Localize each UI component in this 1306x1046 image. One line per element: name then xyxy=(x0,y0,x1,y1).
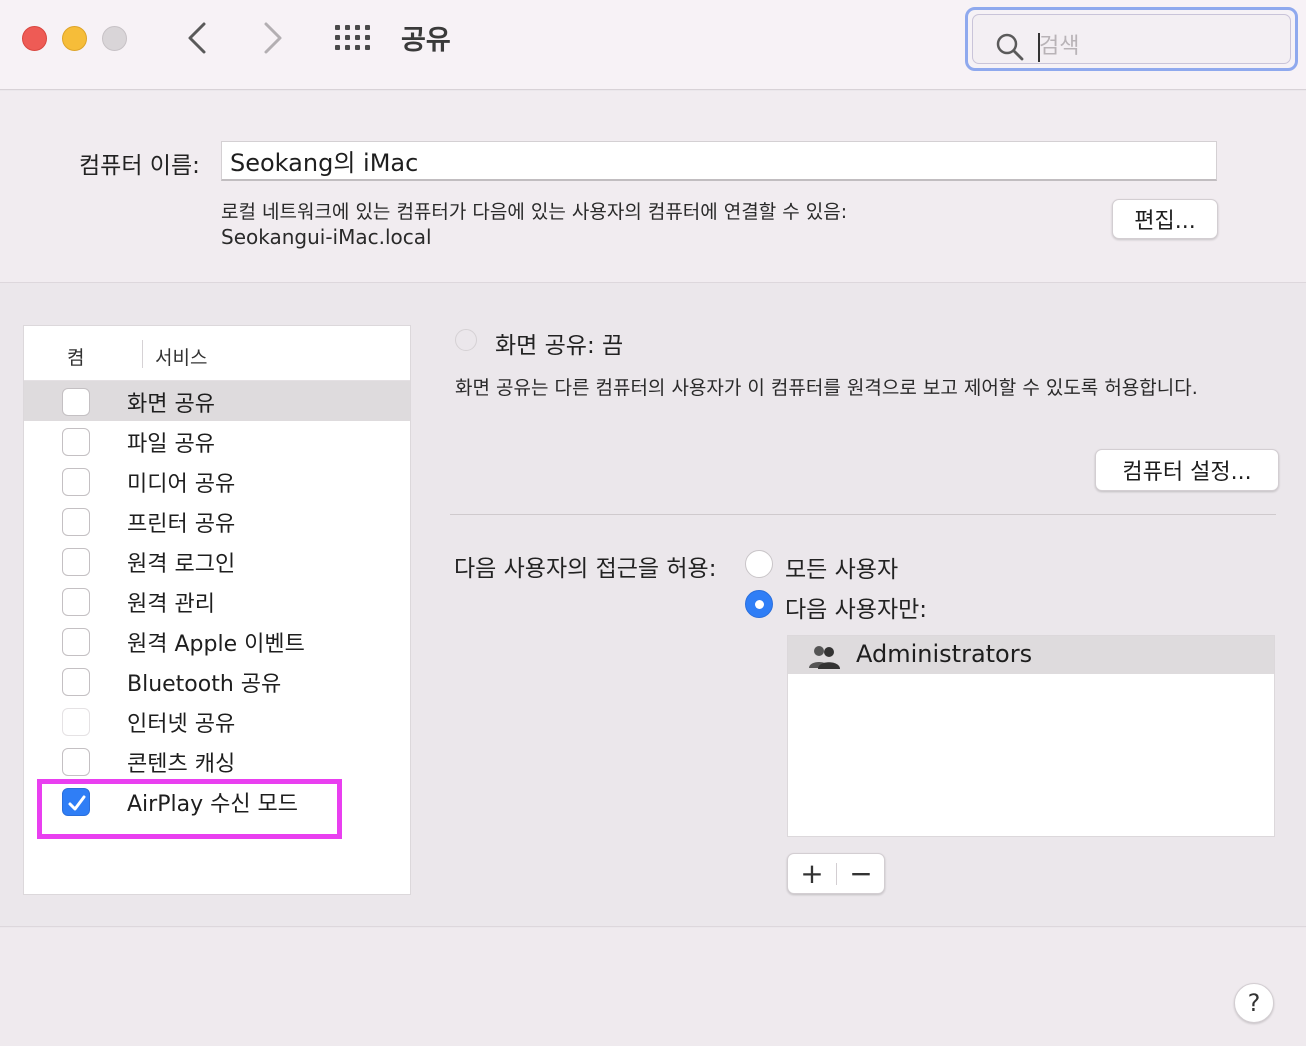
search-icon xyxy=(996,33,1024,61)
help-button[interactable]: ? xyxy=(1234,983,1274,1023)
group-icon xyxy=(809,646,840,669)
computer-name-label: 컴퓨터 이름: xyxy=(79,153,200,179)
service-label: 콘텐츠 캐싱 xyxy=(127,752,236,777)
radio-only-these-users-label[interactable]: 다음 사용자만: xyxy=(785,590,927,624)
user-name: Administrators xyxy=(856,640,1033,668)
add-user-button[interactable]: + xyxy=(788,854,836,893)
service-row-content-caching[interactable]: 콘텐츠 캐싱 xyxy=(24,741,410,781)
minimize-window-button[interactable] xyxy=(62,26,87,51)
service-row-remote-login[interactable]: 원격 로그인 xyxy=(24,541,410,581)
service-label: 화면 공유 xyxy=(127,392,215,417)
service-description: 화면 공유는 다른 컴퓨터의 사용자가 이 컴퓨터를 원격으로 보고 제어할 수… xyxy=(455,377,1198,399)
search-field[interactable] xyxy=(965,7,1298,71)
column-separator xyxy=(142,340,143,368)
users-list: Administrators xyxy=(787,635,1275,837)
service-label: 미디어 공유 xyxy=(127,472,236,497)
show-all-button[interactable] xyxy=(334,24,372,52)
service-row-file-sharing[interactable]: 파일 공유 xyxy=(24,421,410,461)
footer-section xyxy=(0,928,1306,1046)
service-checkbox[interactable] xyxy=(62,548,90,576)
service-label: 파일 공유 xyxy=(127,432,215,457)
service-checkbox[interactable] xyxy=(62,388,90,416)
service-label: 인터넷 공유 xyxy=(127,712,236,737)
radio-all-users-label[interactable]: 모든 사용자 xyxy=(785,550,898,584)
search-input[interactable] xyxy=(1039,27,1279,65)
service-checkbox[interactable] xyxy=(62,508,90,536)
divider xyxy=(450,514,1276,515)
service-label: Bluetooth 공유 xyxy=(127,672,282,697)
service-row-bluetooth-sharing[interactable]: Bluetooth 공유 xyxy=(24,661,410,701)
status-indicator xyxy=(455,329,477,351)
service-label: 프린터 공유 xyxy=(127,512,236,537)
forward-button[interactable] xyxy=(254,18,290,58)
computer-name-description: 로컬 네트워크에 있는 컴퓨터가 다음에 있는 사용자의 컴퓨터에 연결할 수 … xyxy=(221,201,848,223)
remove-user-button[interactable]: − xyxy=(837,854,885,893)
service-row-remote-apple-events[interactable]: 원격 Apple 이벤트 xyxy=(24,621,410,661)
chevron-left-icon xyxy=(188,22,206,54)
service-label: 원격 Apple 이벤트 xyxy=(127,632,305,657)
service-checkbox[interactable] xyxy=(62,428,90,456)
search-inner xyxy=(972,14,1291,65)
user-row[interactable]: Administrators xyxy=(788,636,1274,674)
service-checkbox[interactable] xyxy=(62,708,90,736)
back-button[interactable] xyxy=(180,18,216,58)
radio-only-these-users[interactable] xyxy=(745,590,773,618)
service-checkbox[interactable] xyxy=(62,748,90,776)
access-label: 다음 사용자의 접근을 허용: xyxy=(454,556,717,582)
column-header-service[interactable]: 서비스 xyxy=(155,343,207,370)
service-row-remote-management[interactable]: 원격 관리 xyxy=(24,581,410,621)
computer-name-field[interactable] xyxy=(221,141,1217,181)
chevron-right-icon xyxy=(264,22,282,54)
column-header-on[interactable]: 켬 xyxy=(67,343,84,370)
highlight-annotation xyxy=(37,779,342,839)
computer-settings-button[interactable]: 컴퓨터 설정... xyxy=(1095,449,1279,491)
add-remove-control: + − xyxy=(787,853,885,894)
service-label: 원격 로그인 xyxy=(127,552,236,577)
services-list-header: 켬 서비스 xyxy=(24,326,410,381)
service-checkbox[interactable] xyxy=(62,588,90,616)
service-label: 원격 관리 xyxy=(127,592,215,617)
hostname-text: Seokangui-iMac.local xyxy=(221,225,432,249)
service-checkbox[interactable] xyxy=(62,468,90,496)
grid-icon xyxy=(335,25,370,50)
computer-name-section: 컴퓨터 이름: 로컬 네트워크에 있는 컴퓨터가 다음에 있는 사용자의 컴퓨터… xyxy=(0,91,1306,283)
zoom-window-button[interactable] xyxy=(102,26,127,51)
edit-button[interactable]: 편집... xyxy=(1112,199,1218,239)
service-row-printer-sharing[interactable]: 프린터 공유 xyxy=(24,501,410,541)
window-title: 공유 xyxy=(401,25,451,56)
service-checkbox[interactable] xyxy=(62,628,90,656)
service-status: 화면 공유: 끔 xyxy=(495,333,624,359)
service-row-internet-sharing[interactable]: 인터넷 공유 xyxy=(24,701,410,741)
close-window-button[interactable] xyxy=(22,26,47,51)
radio-all-users[interactable] xyxy=(745,550,773,578)
title-bar: 공유 xyxy=(0,0,1306,90)
service-row-media-sharing[interactable]: 미디어 공유 xyxy=(24,461,410,501)
service-checkbox[interactable] xyxy=(62,668,90,696)
service-row-screen-sharing[interactable]: 화면 공유 xyxy=(24,381,410,421)
